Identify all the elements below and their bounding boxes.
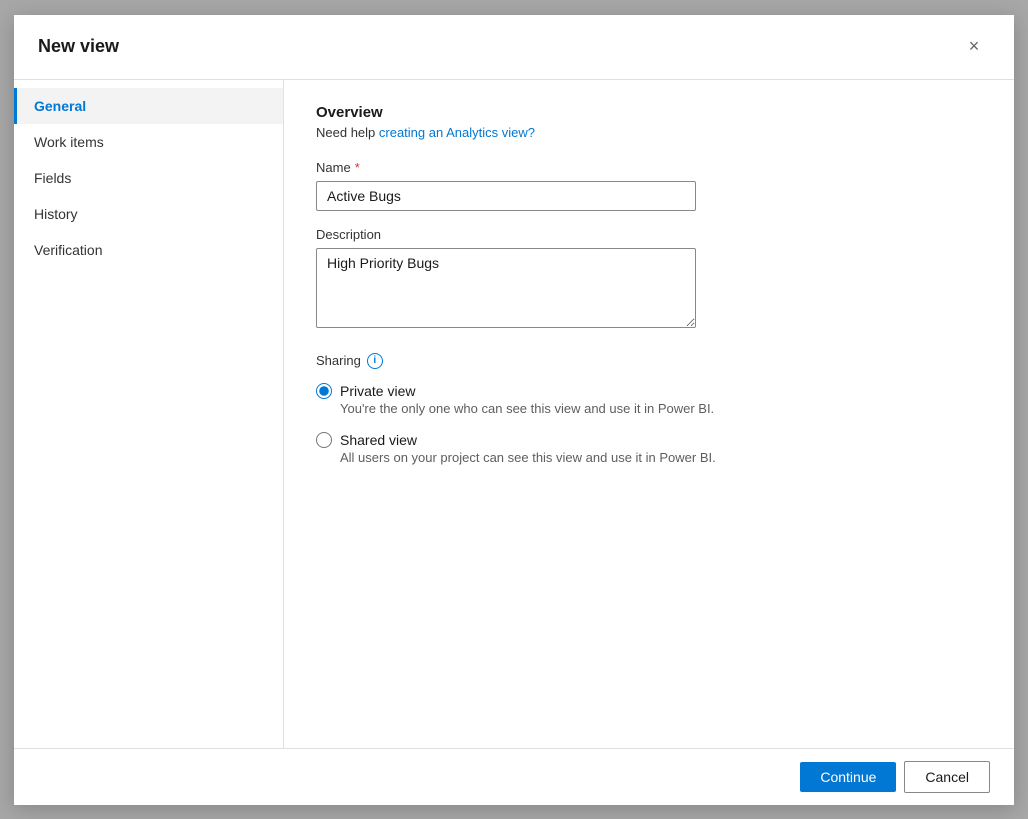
name-input[interactable] (316, 181, 696, 211)
sidebar-item-history[interactable]: History (14, 196, 283, 232)
section-title: Overview (316, 104, 982, 121)
private-view-description: You're the only one who can see this vie… (340, 401, 982, 416)
shared-view-radio[interactable] (316, 432, 332, 448)
dialog-footer: Continue Cancel (14, 748, 1014, 805)
shared-view-description: All users on your project can see this v… (340, 450, 982, 465)
dialog-overlay: New view × General Work items Fields His… (0, 0, 1028, 819)
cancel-button[interactable]: Cancel (904, 761, 990, 793)
private-view-option: Private view You're the only one who can… (316, 383, 982, 416)
sharing-radio-group: Private view You're the only one who can… (316, 383, 982, 473)
dialog-header: New view × (14, 15, 1014, 80)
dialog-body: General Work items Fields History Verifi… (14, 80, 1014, 748)
continue-button[interactable]: Continue (800, 762, 896, 792)
sidebar-item-general[interactable]: General (14, 88, 283, 124)
main-content: Overview Need help creating an Analytics… (284, 80, 1014, 748)
shared-view-option: Shared view All users on your project ca… (316, 432, 982, 465)
private-view-radio[interactable] (316, 383, 332, 399)
shared-view-label[interactable]: Shared view (340, 432, 417, 448)
help-link[interactable]: creating an Analytics view? (379, 125, 535, 140)
help-text: Need help creating an Analytics view? (316, 125, 982, 140)
required-star: * (355, 160, 360, 175)
name-label: Name * (316, 160, 982, 175)
description-label: Description (316, 227, 982, 242)
sidebar-item-work-items[interactable]: Work items (14, 124, 283, 160)
new-view-dialog: New view × General Work items Fields His… (14, 15, 1014, 805)
close-button[interactable]: × (958, 31, 990, 63)
dialog-title: New view (38, 36, 119, 57)
sidebar-item-verification[interactable]: Verification (14, 232, 283, 268)
sidebar: General Work items Fields History Verifi… (14, 80, 284, 748)
private-view-label[interactable]: Private view (340, 383, 415, 399)
sharing-label: Sharing i (316, 353, 982, 369)
description-input[interactable]: High Priority Bugs (316, 248, 696, 328)
sidebar-item-fields[interactable]: Fields (14, 160, 283, 196)
sharing-info-icon[interactable]: i (367, 353, 383, 369)
